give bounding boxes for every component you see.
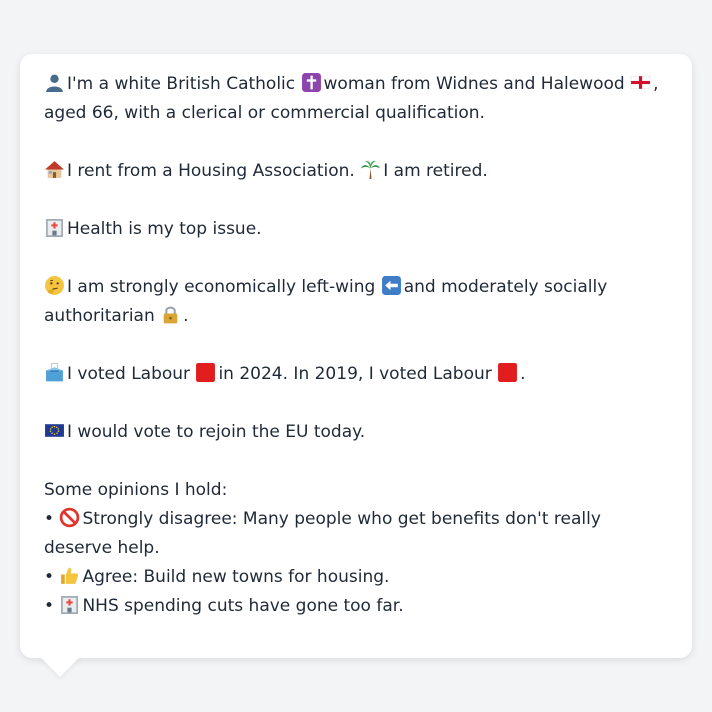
left-arrow-icon xyxy=(381,275,402,296)
england-flag-icon xyxy=(630,72,651,93)
persona-message-bubble: I'm a white British Catholic woman from … xyxy=(20,54,692,658)
opinion-item: • Strongly disagree: Many people who get… xyxy=(44,507,601,558)
vote-paragraph: I voted Labour in 2024. In 2019, I voted… xyxy=(44,360,668,389)
hospital-icon xyxy=(59,594,80,615)
housing-paragraph: I rent from a Housing Association. I am … xyxy=(44,157,668,186)
thumbs-up-icon xyxy=(59,565,80,586)
red-square-icon xyxy=(497,362,518,383)
ideology-paragraph: I am strongly economically left-wing and… xyxy=(44,275,608,326)
eu-flag-icon xyxy=(44,420,65,441)
eu-paragraph: I would vote to rejoin the EU today. xyxy=(44,418,668,447)
opinions-heading: Some opinions I hold: xyxy=(44,480,228,500)
person-icon xyxy=(44,72,65,93)
thinking-face-icon xyxy=(44,275,65,296)
opinions-section: Some opinions I hold: • Strongly disagre… xyxy=(44,476,668,621)
opinion-item: • NHS spending cuts have gone too far. xyxy=(44,594,404,616)
lock-icon xyxy=(160,304,181,325)
opinion-item: • Agree: Build new towns for housing. xyxy=(44,565,390,587)
issue-paragraph: Health is my top issue. xyxy=(44,215,668,244)
hospital-icon xyxy=(44,217,65,238)
palm-tree-icon xyxy=(360,159,381,180)
house-icon xyxy=(44,159,65,180)
red-square-icon xyxy=(195,362,216,383)
latin-cross-icon xyxy=(301,72,322,93)
prohibited-icon xyxy=(59,507,80,528)
ballot-box-icon xyxy=(44,362,65,383)
intro-paragraph: I'm a white British Catholic woman from … xyxy=(44,72,659,123)
bubble-tail xyxy=(40,657,80,677)
